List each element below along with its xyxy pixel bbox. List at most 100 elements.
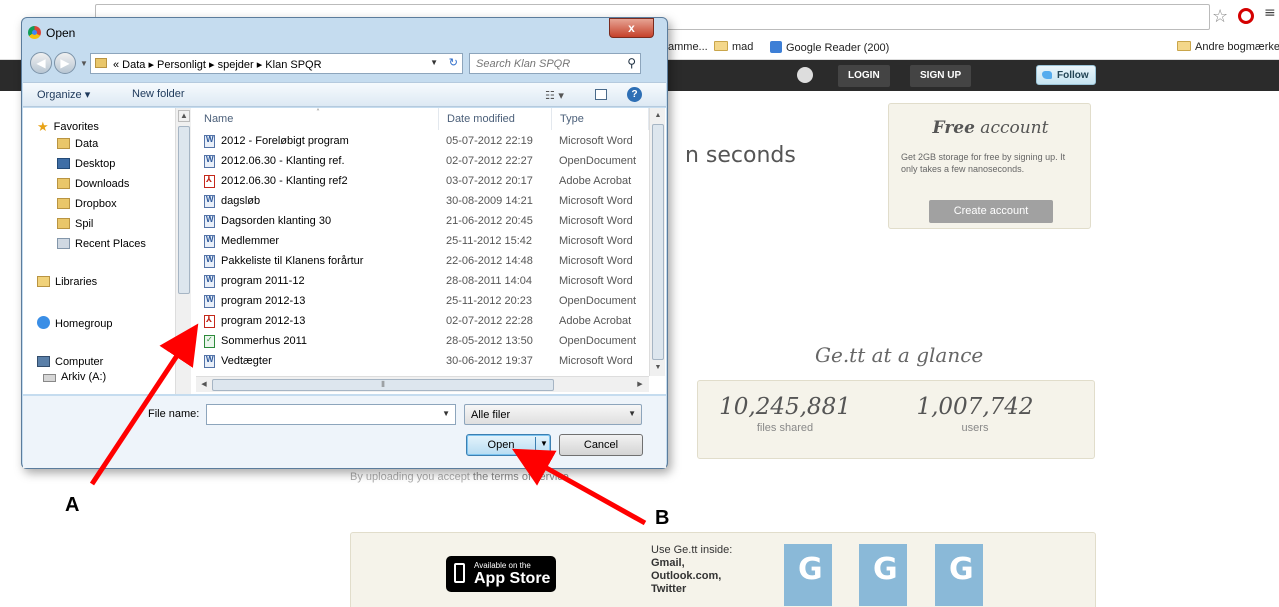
scrollbar-thumb[interactable]: ⦀ <box>212 379 554 391</box>
use-inside-text: Use Ge.tt inside: Gmail, Outlook.com, Tw… <box>651 544 733 595</box>
scroll-left-icon[interactable]: ◀ <box>198 379 210 391</box>
nav-item-libraries[interactable]: Libraries <box>37 276 97 288</box>
nav-item-computer[interactable]: Computer <box>37 356 103 368</box>
close-button[interactable]: x <box>609 18 654 38</box>
preview-pane-icon[interactable] <box>595 89 607 100</box>
open-button[interactable]: Open ▼ <box>466 434 551 456</box>
nav-item-recent-places[interactable]: Recent Places <box>57 238 146 250</box>
opera-extension-icon[interactable] <box>1238 8 1254 24</box>
nav-item-homegroup[interactable]: Homegroup <box>37 316 112 330</box>
file-name: Vedtægter <box>221 355 272 367</box>
file-row[interactable]: dagsløb 30-08-2009 14:21 Microsoft Word <box>196 192 646 212</box>
chevron-down-icon[interactable]: ▼ <box>430 58 438 67</box>
file-row[interactable]: 2012.06.30 - Klanting ref. 02-07-2012 22:… <box>196 152 646 172</box>
file-type-filter[interactable]: Alle filer ▼ <box>464 404 642 425</box>
recent-places-icon <box>57 238 70 249</box>
file-row[interactable]: 2012 - Foreløbigt program 05-07-2012 22:1… <box>196 132 646 152</box>
search-field[interactable]: ⚲ <box>469 53 641 74</box>
stat-files: 10,245,881 files shared <box>700 394 870 434</box>
file-date: 21-06-2012 20:45 <box>446 215 533 227</box>
open-options-chevron-icon[interactable]: ▼ <box>540 439 548 448</box>
file-date: 30-06-2012 19:37 <box>446 355 533 367</box>
favorites-star-icon: ★ <box>37 119 49 134</box>
app-store-badge[interactable]: Available on the App Store <box>446 556 556 592</box>
file-row[interactable]: Vedtægter 30-06-2012 19:37 Microsoft Word <box>196 352 646 372</box>
gmail-plugin-icon[interactable]: G <box>784 544 832 606</box>
file-row[interactable]: Dagsorden klanting 30 21-06-2012 20:45 Mic… <box>196 212 646 232</box>
breadcrumb[interactable]: « Data ▸ Personligt ▸ spejder ▸ Klan SPQ… <box>90 53 463 74</box>
file-row[interactable]: program 2012-13 25-11-2012 20:23 OpenDocum… <box>196 292 646 312</box>
create-account-button[interactable]: Create account <box>929 200 1053 223</box>
other-bookmarks[interactable]: Andre bogmærker <box>1177 41 1279 53</box>
file-row[interactable]: Pakkeliste til Klanens forårtur 22-06-201… <box>196 252 646 272</box>
file-row[interactable]: Medlemmer 25-11-2012 15:42 Microsoft Word <box>196 232 646 252</box>
opendocument-file-icon <box>204 335 215 348</box>
file-name: Dagsorden klanting 30 <box>221 215 332 227</box>
pdf-file-icon <box>204 315 215 328</box>
file-name: program 2012-13 <box>221 315 306 327</box>
bookmark-star-icon[interactable]: ☆ <box>1212 6 1228 27</box>
file-type: OpenDocument <box>559 155 637 167</box>
column-header-name[interactable]: Name ˄ <box>196 108 439 130</box>
signup-button[interactable]: SIGN UP <box>910 65 972 87</box>
terms-link[interactable]: the terms of service. <box>473 471 572 483</box>
scroll-up-icon[interactable]: ▲ <box>178 110 190 122</box>
outlook-plugin-icon[interactable]: G <box>859 544 907 606</box>
nav-item-dropbox[interactable]: Dropbox <box>57 198 117 210</box>
file-type: OpenDocument <box>559 295 637 307</box>
file-row[interactable]: program 2012-13 02-07-2012 22:28 Adobe Acr… <box>196 312 646 332</box>
bookmark-item[interactable]: amme... <box>668 41 708 53</box>
horizontal-scrollbar[interactable]: ◀ ⦀ ▶ <box>196 376 649 392</box>
bookmark-item[interactable]: mad <box>714 41 753 53</box>
vertical-scrollbar[interactable]: ▲ ▼ <box>649 108 665 376</box>
menu-icon[interactable]: ≡ <box>1264 5 1276 21</box>
refresh-icon[interactable]: ↻ <box>449 56 458 69</box>
forward-button[interactable]: ▶ <box>54 52 76 74</box>
search-icon[interactable]: ⚲ <box>627 56 636 70</box>
scrollbar-thumb[interactable] <box>652 124 664 360</box>
back-button[interactable]: ◀ <box>30 52 52 74</box>
nav-item-favorites[interactable]: ★ Favorites <box>37 119 99 135</box>
new-folder-button[interactable]: New folder <box>132 88 185 100</box>
file-date: 03-07-2012 20:17 <box>446 175 533 187</box>
recent-locations-icon[interactable]: ▼ <box>80 59 88 68</box>
nav-item-spil[interactable]: Spil <box>57 218 93 230</box>
login-button[interactable]: LOGIN <box>838 65 890 87</box>
twitter-follow-button[interactable]: Follow <box>1036 65 1096 85</box>
column-header-type[interactable]: Type <box>552 108 649 130</box>
scroll-right-icon[interactable]: ▶ <box>634 379 646 391</box>
cancel-button[interactable]: Cancel <box>559 434 643 456</box>
terms-text: By uploading you accept the terms of ser… <box>350 471 572 483</box>
view-options-icon[interactable]: ☷ ▾ <box>545 89 564 102</box>
column-header-date[interactable]: Date modified <box>439 108 552 130</box>
nav-item-desktop[interactable]: Desktop <box>57 158 115 170</box>
scroll-up-icon[interactable]: ▲ <box>652 110 664 122</box>
word-file-icon <box>204 275 215 288</box>
dialog-titlebar[interactable]: Open x <box>22 18 667 44</box>
bookmark-item[interactable]: Google Reader (200) <box>770 41 889 54</box>
search-input[interactable] <box>470 54 620 73</box>
github-icon[interactable] <box>797 67 813 83</box>
file-row[interactable]: 2012.06.30 - Klanting ref2 03-07-2012 20:… <box>196 172 646 192</box>
open-file-dialog: Open x ◀ ▶ ▼ « Data ▸ Personligt ▸ spejd… <box>21 17 668 469</box>
nav-item-data[interactable]: Data <box>57 138 98 150</box>
file-name: Sommerhus 2011 <box>221 335 308 347</box>
file-date: 28-08-2011 14:04 <box>446 275 533 287</box>
nav-item-downloads[interactable]: Downloads <box>57 178 129 190</box>
help-icon[interactable]: ? <box>627 87 642 102</box>
word-file-icon <box>204 295 215 308</box>
scroll-down-icon[interactable]: ▼ <box>652 362 664 374</box>
chevron-down-icon[interactable]: ▼ <box>442 409 450 418</box>
nav-scrollbar[interactable]: ▲ <box>175 108 191 394</box>
file-name-combobox[interactable]: ▼ <box>206 404 456 425</box>
file-row[interactable]: program 2011-12 28-08-2011 14:04 Microsoft… <box>196 272 646 292</box>
file-name: 2012.06.30 - Klanting ref. <box>221 155 345 167</box>
file-name-input[interactable] <box>207 405 435 424</box>
organize-button[interactable]: Organize ▾ <box>37 88 90 101</box>
file-date: 22-06-2012 14:48 <box>446 255 533 267</box>
file-row[interactable]: Sommerhus 2011 28-05-2012 13:50 OpenDocume… <box>196 332 646 352</box>
file-date: 02-07-2012 22:27 <box>446 155 533 167</box>
nav-item-arkiv[interactable]: Arkiv (A:) <box>43 371 106 383</box>
scrollbar-thumb[interactable] <box>178 126 190 294</box>
twitter-plugin-icon[interactable]: G <box>935 544 983 606</box>
